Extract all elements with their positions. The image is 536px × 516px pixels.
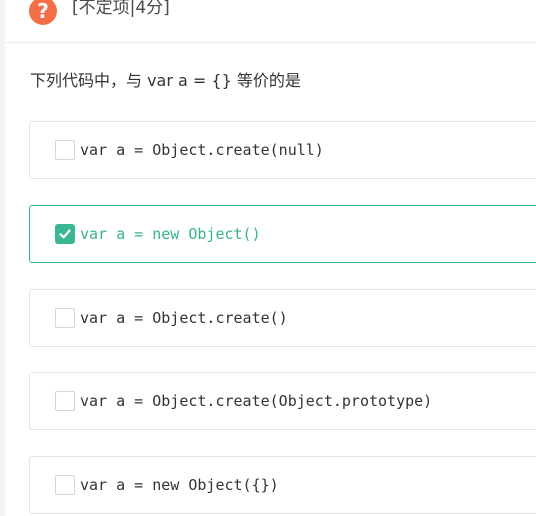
option-3[interactable]: var a = Object.create() bbox=[29, 289, 536, 347]
question-mark-icon: ? bbox=[29, 0, 57, 25]
checkbox-checked[interactable] bbox=[55, 224, 75, 244]
option-5[interactable]: var a = new Object({}) bbox=[29, 456, 536, 514]
option-text: var a = Object.create(Object.prototype) bbox=[80, 392, 433, 410]
checkbox[interactable] bbox=[55, 475, 75, 495]
option-text: var a = Object.create() bbox=[80, 309, 288, 327]
option-2[interactable]: var a = new Object() bbox=[29, 205, 536, 263]
option-text: var a = Object.create(null) bbox=[80, 141, 324, 159]
checkbox[interactable] bbox=[55, 140, 75, 160]
option-text: var a = new Object({}) bbox=[80, 476, 279, 494]
question-card: ? [不定项|4分] 下列代码中，与 var a = {} 等价的是 var a… bbox=[5, 0, 536, 516]
question-header: ? [不定项|4分] bbox=[5, 0, 536, 43]
option-4[interactable]: var a = Object.create(Object.prototype) bbox=[29, 372, 536, 430]
checkmark-icon bbox=[59, 229, 71, 239]
question-text: 下列代码中，与 var a = {} 等价的是 bbox=[30, 71, 301, 90]
checkbox[interactable] bbox=[55, 391, 75, 411]
question-type-label: [不定项|4分] bbox=[72, 0, 170, 18]
option-1[interactable]: var a = Object.create(null) bbox=[29, 121, 536, 179]
checkbox[interactable] bbox=[55, 308, 75, 328]
option-text: var a = new Object() bbox=[80, 225, 261, 243]
